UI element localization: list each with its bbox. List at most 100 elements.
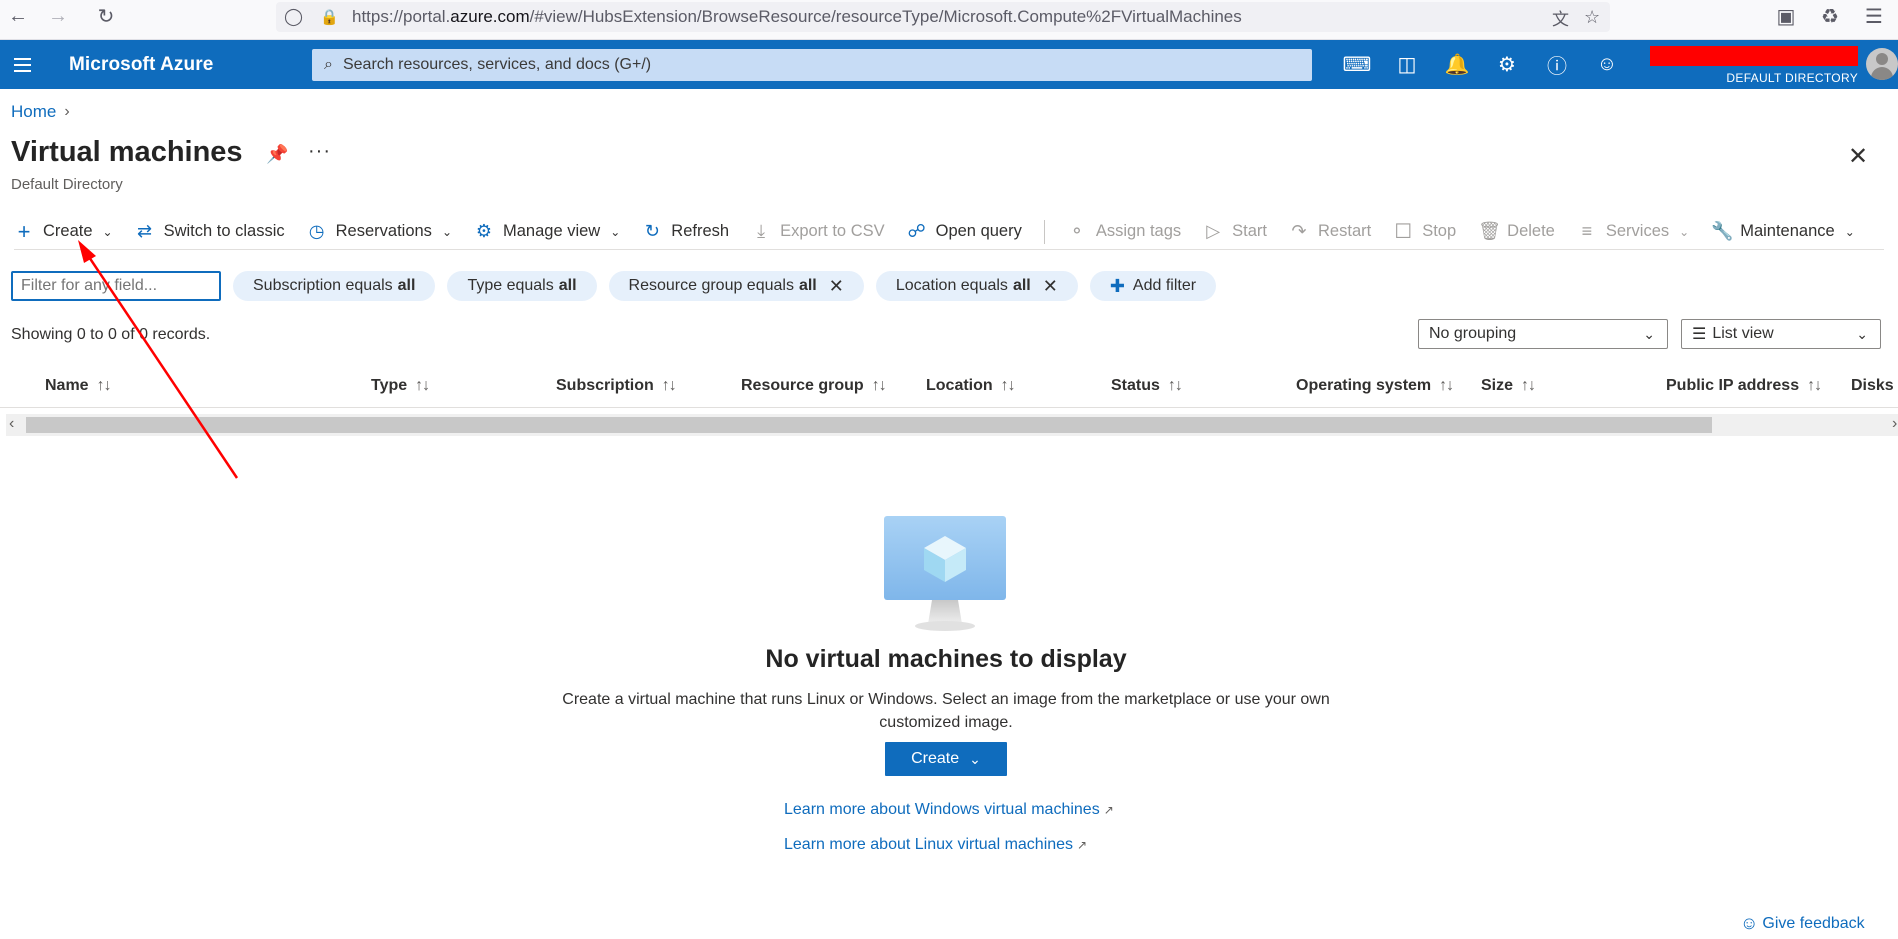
browser-toolbar: ← → ↻ ◯ 🔒 https://portal.azure.com/#view… — [0, 0, 1898, 40]
services-button[interactable]: ≡ Services ⌄ — [1577, 217, 1690, 247]
star-icon[interactable]: ☆ — [1584, 7, 1600, 28]
resource-group-filter-pill[interactable]: Resource group equals all ✕ — [608, 271, 864, 301]
pin-icon[interactable]: 📌 — [266, 144, 288, 165]
external-link-icon: ↗ — [1077, 838, 1088, 852]
forward-arrow-icon[interactable]: → — [40, 0, 76, 32]
list-view-icon: ☰ — [1692, 326, 1707, 343]
back-arrow-icon[interactable]: ← — [0, 0, 36, 32]
remove-filter-icon[interactable]: ✕ — [829, 276, 844, 297]
redacted-account-name — [1650, 46, 1858, 66]
switch-to-classic-button[interactable]: ⇄ Switch to classic — [135, 217, 285, 247]
translate-icon[interactable]: 文 — [1552, 5, 1569, 30]
empty-state-create-button[interactable]: Create ⌄ — [885, 742, 1007, 776]
column-header-public-ip[interactable]: Public IP address ↑↓ — [1666, 377, 1822, 395]
feedback-icon: ☺ — [1740, 913, 1759, 933]
play-icon: ▷ — [1206, 221, 1221, 241]
page-subtitle: Default Directory — [11, 176, 123, 193]
filter-input[interactable] — [11, 271, 221, 301]
chevron-down-icon: ⌄ — [1856, 326, 1868, 342]
account-menu[interactable]: DEFAULT DIRECTORY — [1648, 44, 1858, 88]
portal-menu-icon[interactable] — [6, 57, 38, 72]
switch-arrows-icon: ⇄ — [137, 221, 153, 241]
url-text: https://portal.azure.com/#view/HubsExten… — [352, 7, 1242, 26]
address-bar[interactable]: ◯ 🔒 https://portal.azure.com/#view/HubsE… — [276, 2, 1610, 32]
add-filter-button[interactable]: ✚ Add filter — [1089, 271, 1217, 301]
chevron-down-icon: ⌄ — [441, 224, 452, 239]
extensions-icon[interactable]: ♻ — [1812, 0, 1848, 32]
refresh-button[interactable]: ↻ Refresh — [642, 217, 729, 247]
breadcrumb-home-link[interactable]: Home — [11, 102, 56, 122]
more-options-icon[interactable]: ··· — [308, 140, 331, 163]
subscription-filter-pill[interactable]: Subscription equals all — [233, 271, 436, 301]
horizontal-scrollbar[interactable]: ‹ › — [6, 414, 1898, 436]
wrench-icon: 🔧 — [1711, 221, 1734, 241]
feedback-person-icon[interactable]: ☺ — [1582, 40, 1632, 89]
help-icon[interactable]: ⓘ — [1532, 40, 1582, 89]
tag-icon: ⚬ — [1069, 221, 1085, 241]
lock-icon: 🔒 — [320, 9, 339, 26]
sort-icon: ↑↓ — [415, 377, 430, 394]
remove-filter-icon[interactable]: ✕ — [1043, 276, 1058, 297]
open-query-button[interactable]: ☍ Open query — [907, 217, 1022, 247]
chevron-down-icon: ⌄ — [102, 224, 113, 239]
breadcrumb: Home › — [11, 102, 70, 122]
plus-icon: + — [17, 218, 31, 244]
cloud-shell-icon[interactable]: ⌨ — [1332, 40, 1382, 89]
close-icon[interactable]: ✕ — [1848, 142, 1868, 171]
maintenance-button[interactable]: 🔧 Maintenance ⌄ — [1711, 217, 1855, 247]
location-filter-pill[interactable]: Location equals all ✕ — [875, 271, 1078, 301]
sort-icon: ↑↓ — [871, 377, 887, 394]
view-dropdown[interactable]: ☰ List view ⌄ — [1681, 319, 1881, 349]
directory-filter-icon[interactable]: ◫ — [1382, 40, 1432, 89]
scrollbar-thumb[interactable] — [26, 417, 1712, 433]
column-header-type[interactable]: Type ↑↓ — [371, 377, 430, 395]
column-header-name[interactable]: Name ↑↓ — [45, 377, 112, 395]
chevron-down-icon: ⌄ — [969, 750, 981, 767]
global-search-input[interactable]: ⌕ Search resources, services, and docs (… — [312, 49, 1312, 81]
table-header: Name ↑↓ Type ↑↓ Subscription ↑↓ Resource gr… — [0, 368, 1898, 408]
column-header-operating-system[interactable]: Operating system ↑↓ — [1296, 377, 1454, 395]
type-filter-pill[interactable]: Type equals all — [447, 271, 597, 301]
search-placeholder: Search resources, services, and docs (G+… — [342, 56, 652, 73]
column-header-subscription[interactable]: Subscription ↑↓ — [556, 377, 677, 395]
scroll-right-icon[interactable]: › — [1892, 415, 1897, 433]
export-csv-button[interactable]: ⤓ Export to CSV — [751, 217, 885, 247]
start-button[interactable]: ▷ Start — [1203, 217, 1267, 247]
brand-name[interactable]: Microsoft Azure — [69, 54, 213, 76]
sort-icon: ↑↓ — [1807, 377, 1822, 394]
browser-menu-icon[interactable]: ☰ — [1856, 0, 1892, 32]
filter-bar: Subscription equalsall Type equalsall Re… — [11, 270, 1228, 302]
learn-windows-link[interactable]: Learn more about Windows virtual machine… — [784, 801, 1114, 819]
pocket-icon[interactable]: ▣ — [1768, 0, 1804, 32]
column-header-disks[interactable]: Disks — [1851, 377, 1894, 395]
grouping-dropdown[interactable]: No grouping ⌄ — [1418, 319, 1668, 349]
column-header-resource-group[interactable]: Resource group ↑↓ — [741, 377, 887, 395]
refresh-icon: ↻ — [644, 221, 660, 241]
sort-icon: ↑↓ — [1439, 377, 1454, 394]
assign-tags-button[interactable]: ⚬ Assign tags — [1067, 217, 1181, 247]
add-filter-icon: ✚ — [1109, 275, 1125, 296]
search-icon: ⌕ — [324, 56, 333, 73]
query-graph-icon: ☍ — [907, 221, 926, 241]
column-header-size[interactable]: Size ↑↓ — [1481, 377, 1536, 395]
external-link-icon: ↗ — [1103, 803, 1114, 817]
learn-linux-link[interactable]: Learn more about Linux virtual machines ↗ — [784, 836, 1087, 854]
manage-view-button[interactable]: ⚙ Manage view ⌄ — [474, 217, 620, 247]
sort-icon: ↑↓ — [1521, 377, 1536, 394]
scroll-left-icon[interactable]: ‹ — [9, 415, 14, 433]
reload-icon[interactable]: ↻ — [88, 0, 124, 32]
annotation-arrow — [78, 240, 239, 479]
settings-gear-icon[interactable]: ⚙ — [1482, 40, 1532, 89]
avatar[interactable] — [1866, 48, 1898, 80]
reservations-button[interactable]: ◷ Reservations ⌄ — [307, 217, 452, 247]
notifications-bell-icon[interactable]: 🔔 — [1432, 40, 1482, 89]
create-button[interactable]: + Create ⌄ — [14, 217, 113, 247]
column-header-location[interactable]: Location ↑↓ — [926, 377, 1016, 395]
delete-button[interactable]: 🗑 Delete — [1478, 217, 1555, 247]
records-count: Showing 0 to 0 of 0 records. — [11, 326, 211, 343]
column-header-status[interactable]: Status ↑↓ — [1111, 377, 1183, 395]
toolbar-divider — [1043, 219, 1045, 244]
give-feedback-link[interactable]: ☺ Give feedback — [1740, 913, 1865, 934]
restart-button[interactable]: ↷ Restart — [1289, 217, 1371, 247]
stop-button[interactable]: ☐ Stop — [1393, 217, 1456, 247]
